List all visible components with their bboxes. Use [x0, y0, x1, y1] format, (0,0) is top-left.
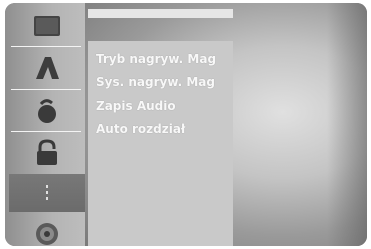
record-dots-icon: [46, 185, 48, 200]
menu-header-bar: [88, 9, 233, 18]
disc-box-icon: [34, 16, 60, 36]
menu-item-record-system[interactable]: Sys. nagryw. Mag: [96, 72, 215, 92]
sidebar-item-disc[interactable]: [9, 215, 85, 246]
sidebar-divider: [11, 131, 81, 132]
osd-screen: Tryb nagryw. Mag Sys. nagryw. Mag Zapis …: [5, 3, 367, 246]
sidebar-divider: [11, 46, 81, 47]
menu-item-audio-record[interactable]: Zapis Audio: [96, 96, 176, 116]
padlock-icon: [37, 139, 57, 165]
setup-sidebar: [5, 3, 85, 246]
disc-icon: [36, 223, 58, 245]
sidebar-item-lock[interactable]: [9, 134, 85, 172]
recording-menu-panel: Tryb nagryw. Mag Sys. nagryw. Mag Zapis …: [88, 41, 233, 246]
language-a-icon: [36, 57, 59, 79]
audio-icon: [38, 99, 56, 123]
sidebar-item-recording[interactable]: [9, 174, 85, 212]
menu-item-auto-chapter[interactable]: Auto rozdział: [96, 119, 185, 139]
sidebar-item-audio[interactable]: [9, 92, 85, 130]
settings-main-area: Tryb nagryw. Mag Sys. nagryw. Mag Zapis …: [85, 3, 367, 246]
menu-item-record-mode[interactable]: Tryb nagryw. Mag: [96, 49, 216, 69]
sidebar-item-language[interactable]: [9, 49, 85, 87]
sidebar-divider: [11, 89, 81, 90]
sidebar-item-disc-setup[interactable]: [9, 7, 85, 45]
